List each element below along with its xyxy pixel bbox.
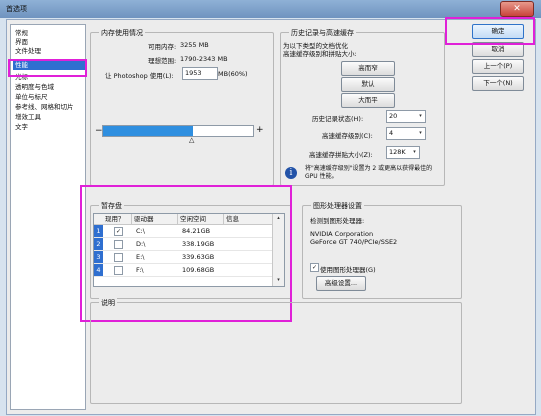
sidebar-item-units[interactable]: 单位与标尺: [13, 93, 85, 102]
let-photoshop-use-label: 让 Photoshop 使用(L):: [105, 72, 174, 80]
memory-usage-unit: MB(60%): [218, 70, 248, 78]
history-states-label: 历史记录状态(H):: [312, 115, 364, 123]
big-flat-button[interactable]: 大而平: [341, 93, 395, 108]
history-group-title: 历史记录与高速缓存: [289, 28, 356, 38]
plus-icon: +: [256, 125, 264, 135]
title-bar: 首选项 ✕: [0, 0, 541, 18]
tile-size-value: 128K: [389, 148, 406, 156]
history-states-field[interactable]: 20 ▾: [386, 110, 426, 123]
preferences-window: 首选项 ✕ 常规 界面 文件处理 性能 光标 透明度与色域 单位与标尺 参考线、…: [0, 0, 541, 416]
slider-thumb[interactable]: △: [189, 136, 194, 144]
tall-thin-button[interactable]: 高而窄: [341, 61, 395, 76]
default-button[interactable]: 默认: [341, 77, 395, 92]
memory-group-title: 内存使用情况: [99, 28, 145, 38]
dropdown-arrow-icon: ▾: [413, 149, 416, 155]
window-title: 首选项: [6, 5, 27, 13]
description-group: 说明: [90, 298, 462, 404]
dropdown-arrow-icon: ▾: [419, 130, 422, 136]
description-title: 说明: [99, 298, 117, 308]
next-button[interactable]: 下一个(N): [472, 76, 524, 91]
cache-levels-value: 4: [389, 129, 394, 137]
highlight-box-ok: [445, 17, 535, 45]
ideal-range-value: 1790-2343 MB: [180, 55, 228, 63]
sidebar-item-general[interactable]: 常规: [13, 29, 85, 38]
close-icon: ✕: [513, 4, 521, 14]
cache-levels-label: 高速缓存级别(C):: [322, 132, 373, 140]
gpu-group-title: 图形处理器设置: [311, 201, 364, 211]
history-states-value: 20: [389, 112, 398, 120]
category-sidebar: 常规 界面 文件处理 性能 光标 透明度与色域 单位与标尺 参考线、网格和切片 …: [10, 24, 86, 410]
memory-slider[interactable]: [102, 125, 254, 137]
memory-usage-input[interactable]: 1953: [182, 67, 218, 80]
gpu-note-line2: GPU 性能。: [305, 173, 338, 180]
tile-size-select[interactable]: 128K ▾: [386, 146, 420, 159]
ideal-range-label: 理想范围:: [148, 57, 177, 65]
highlight-box-performance: [8, 59, 87, 77]
gpu-card-line2: GeForce GT 740/PCIe/SSE2: [310, 238, 398, 246]
optimize-desc-line2: 高速缓存级别和拼贴大小:: [283, 50, 357, 58]
tile-size-label: 高速缓存拼贴大小(Z):: [309, 151, 373, 159]
sidebar-item-guides[interactable]: 参考线、网格和切片: [13, 103, 85, 112]
advanced-settings-button[interactable]: 高级设置...: [316, 276, 366, 291]
sidebar-item-type[interactable]: 文字: [13, 123, 85, 132]
sidebar-item-interface[interactable]: 界面: [13, 38, 85, 47]
dropdown-arrow-icon: ▾: [419, 113, 422, 119]
use-gpu-label: 使用图形处理器(G): [320, 266, 376, 274]
info-icon: i: [285, 167, 297, 179]
use-gpu-checkbox[interactable]: ✓: [310, 263, 319, 272]
gpu-detected-label: 检测到图形处理器:: [310, 217, 365, 225]
cache-levels-field[interactable]: 4 ▾: [386, 127, 426, 140]
gpu-card-line1: NVIDIA Corporation: [310, 230, 374, 238]
memory-slider-fill: [103, 126, 193, 136]
prev-button[interactable]: 上一个(P): [472, 59, 524, 74]
sidebar-item-file-handling[interactable]: 文件处理: [13, 47, 85, 56]
available-memory-label: 可用内存:: [148, 43, 177, 51]
close-button[interactable]: ✕: [500, 1, 534, 17]
available-memory-value: 3255 MB: [180, 41, 209, 49]
sidebar-item-plugins[interactable]: 增效工具: [13, 113, 85, 122]
sidebar-item-transparency[interactable]: 透明度与色域: [13, 83, 85, 92]
